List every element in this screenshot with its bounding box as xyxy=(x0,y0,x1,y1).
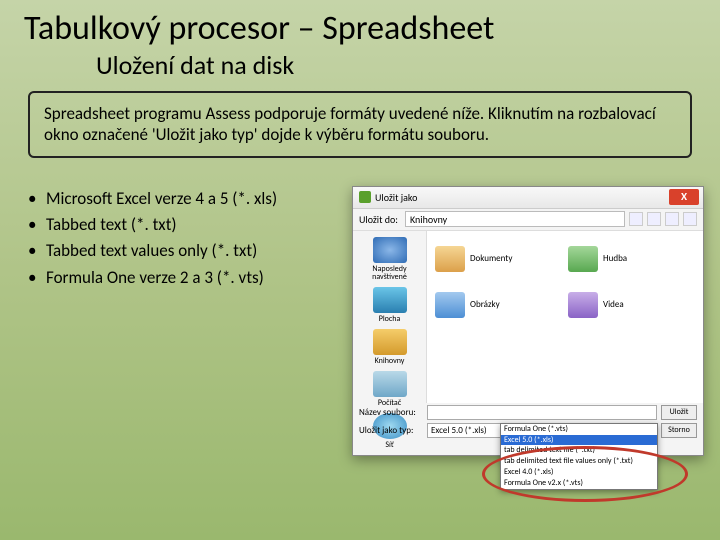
sidebar-item-label: Plocha xyxy=(379,315,401,323)
save-in-value: Knihovny xyxy=(410,213,447,226)
dropdown-option[interactable]: Formula One v2.x (*.vts) xyxy=(501,478,657,489)
save-button[interactable]: Uložit xyxy=(661,405,697,420)
filename-label: Název souboru: xyxy=(359,407,423,418)
dialog-titlebar: Uložit jako X xyxy=(353,187,703,209)
page-subtitle: Uložení dat na disk xyxy=(0,49,720,87)
sidebar-item-recent[interactable]: Naposledy navštívené xyxy=(355,237,424,281)
filetype-value: Excel 5.0 (*.xls) xyxy=(431,425,487,436)
view-menu-icon[interactable] xyxy=(683,212,697,226)
option-label: Excel 4.0 (*.xls) xyxy=(504,467,553,477)
folder-icon xyxy=(373,329,407,355)
dialog-title: Uložit jako xyxy=(375,191,417,204)
dropdown-option[interactable]: Formula One (*.vts) xyxy=(501,424,657,435)
save-button-label: Uložit xyxy=(670,407,689,417)
library-item-music[interactable]: Hudba xyxy=(568,239,695,279)
dropdown-option[interactable]: tab delimited text file values only (*.t… xyxy=(501,456,657,467)
dropdown-option[interactable]: tab delimited text file (*.txt) xyxy=(501,445,657,456)
bullet-icon xyxy=(28,238,46,264)
filetype-dropdown[interactable]: Formula One (*.vts) Excel 5.0 (*.xls) ta… xyxy=(500,423,658,490)
places-sidebar: Naposledy navštívené Plocha Knihovny Poč… xyxy=(353,231,427,403)
list-item: Tabbed text (*. txt) xyxy=(28,212,348,238)
format-list: Microsoft Excel verze 4 a 5 (*. xls) Tab… xyxy=(28,186,348,291)
option-label: tab delimited text file (*.txt) xyxy=(504,445,595,455)
save-dialog-screenshot: Uložit jako X Uložit do: Knihovny Naposl… xyxy=(352,186,704,486)
filename-input[interactable] xyxy=(427,405,657,420)
library-item-documents[interactable]: Dokumenty xyxy=(435,239,562,279)
app-icon xyxy=(359,191,371,203)
computer-icon xyxy=(373,371,407,397)
new-folder-icon[interactable] xyxy=(665,212,679,226)
videos-icon xyxy=(568,292,598,318)
content-area: Microsoft Excel verze 4 a 5 (*. xls) Tab… xyxy=(0,186,720,486)
save-in-combo[interactable]: Knihovny xyxy=(405,211,625,227)
list-item-label: Tabbed text values only (*. txt) xyxy=(46,238,257,264)
option-label: Formula One (*.vts) xyxy=(504,424,568,434)
option-label: Excel 5.0 (*.xls) xyxy=(504,435,553,445)
library-label: Hudba xyxy=(603,253,627,264)
dialog-body: Naposledy navštívené Plocha Knihovny Poč… xyxy=(353,231,703,403)
up-icon[interactable] xyxy=(647,212,661,226)
option-label: Formula One v2.x (*.vts) xyxy=(504,478,583,488)
list-item: Tabbed text values only (*. txt) xyxy=(28,238,348,264)
sidebar-item-computer[interactable]: Počítač xyxy=(373,371,407,407)
list-item-label: Tabbed text (*. txt) xyxy=(46,212,177,238)
documents-icon xyxy=(435,246,465,272)
slide: Tabulkový procesor – Spreadsheet Uložení… xyxy=(0,0,720,540)
close-button[interactable]: X xyxy=(669,189,699,205)
close-icon: X xyxy=(681,190,687,203)
page-title: Tabulkový procesor – Spreadsheet xyxy=(0,0,720,49)
music-icon xyxy=(568,246,598,272)
dropdown-option[interactable]: Excel 4.0 (*.xls) xyxy=(501,467,657,478)
library-label: Videa xyxy=(603,299,624,310)
save-in-label: Uložit do: xyxy=(359,213,401,226)
library-item-videos[interactable]: Videa xyxy=(568,285,695,325)
library-label: Dokumenty xyxy=(470,253,512,264)
cancel-button[interactable]: Storno xyxy=(661,423,697,438)
sidebar-item-label: Síť xyxy=(385,441,393,449)
sidebar-item-label: Naposledy navštívené xyxy=(355,265,424,281)
file-pane[interactable]: Dokumenty Hudba Obrázky Videa xyxy=(427,231,703,403)
library-item-pictures[interactable]: Obrázky xyxy=(435,285,562,325)
back-icon[interactable] xyxy=(629,212,643,226)
save-as-dialog: Uložit jako X Uložit do: Knihovny Naposl… xyxy=(352,186,704,456)
cancel-button-label: Storno xyxy=(668,425,690,435)
option-label: tab delimited text file values only (*.t… xyxy=(504,456,633,466)
list-item: Microsoft Excel verze 4 a 5 (*. xls) xyxy=(28,186,348,212)
library-label: Obrázky xyxy=(470,299,500,310)
sidebar-item-libraries[interactable]: Knihovny xyxy=(373,329,407,365)
bullet-icon xyxy=(28,186,46,212)
save-in-row: Uložit do: Knihovny xyxy=(353,209,703,231)
list-item: Formula One verze 2 a 3 (*. vts) xyxy=(28,265,348,291)
sidebar-item-desktop[interactable]: Plocha xyxy=(373,287,407,323)
filetype-label: Uložit jako typ: xyxy=(359,425,423,436)
description-text: Spreadsheet programu Assess podporuje fo… xyxy=(44,103,656,145)
recent-icon xyxy=(373,237,407,263)
desktop-icon xyxy=(373,287,407,313)
list-item-label: Formula One verze 2 a 3 (*. vts) xyxy=(46,265,264,291)
pictures-icon xyxy=(435,292,465,318)
list-item-label: Microsoft Excel verze 4 a 5 (*. xls) xyxy=(46,186,277,212)
filename-row: Název souboru: Uložit xyxy=(359,405,697,420)
description-box: Spreadsheet programu Assess podporuje fo… xyxy=(28,91,692,158)
sidebar-item-label: Knihovny xyxy=(375,357,405,365)
dropdown-option[interactable]: Excel 5.0 (*.xls) xyxy=(501,435,657,446)
bullet-icon xyxy=(28,265,46,291)
bullet-icon xyxy=(28,212,46,238)
